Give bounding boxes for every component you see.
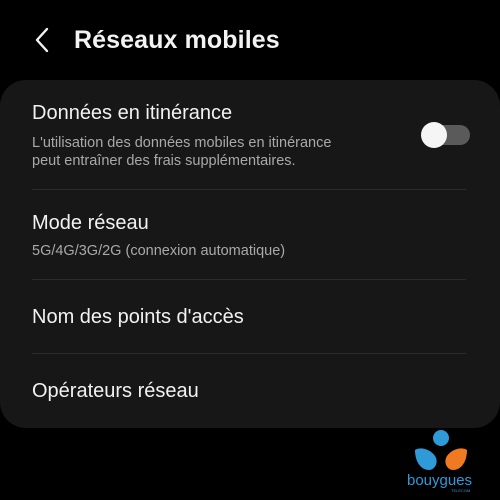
toggle-knob bbox=[421, 122, 447, 148]
settings-card: Données en itinérance L'utilisation des … bbox=[0, 80, 500, 428]
brand-name: bouygues bbox=[407, 472, 473, 489]
setting-description: peut entraîner des frais supplémentaires… bbox=[32, 153, 296, 169]
mobile-networks-screen: Réseaux mobiles Données en itinérance L'… bbox=[0, 0, 500, 500]
bouygues-logo: bouygues TELECOM bbox=[405, 428, 485, 498]
setting-title: Données en itinérance bbox=[32, 102, 233, 124]
app-bar: Réseaux mobiles bbox=[0, 0, 500, 80]
back-button[interactable] bbox=[26, 22, 58, 58]
chevron-left-icon bbox=[35, 27, 49, 53]
brand-tag: TELECOM bbox=[451, 488, 471, 493]
setting-title: Mode réseau bbox=[32, 212, 149, 234]
setting-description: 5G/4G/3G/2G (connexion automatique) bbox=[32, 243, 286, 259]
setting-network-mode[interactable]: Mode réseau 5G/4G/3G/2G (connexion autom… bbox=[0, 190, 500, 279]
setting-title: Nom des points d'accès bbox=[32, 306, 244, 328]
setting-access-point-names[interactable]: Nom des points d'accès bbox=[0, 280, 500, 353]
bouygues-logo-icon bbox=[415, 430, 467, 470]
setting-network-operators[interactable]: Opérateurs réseau bbox=[0, 354, 500, 428]
data-roaming-toggle[interactable] bbox=[421, 122, 471, 148]
page-title: Réseaux mobiles bbox=[74, 26, 280, 54]
setting-title: Opérateurs réseau bbox=[32, 380, 199, 402]
setting-data-roaming[interactable]: Données en itinérance L'utilisation des … bbox=[0, 80, 500, 190]
setting-description: L'utilisation des données mobiles en iti… bbox=[32, 135, 332, 151]
